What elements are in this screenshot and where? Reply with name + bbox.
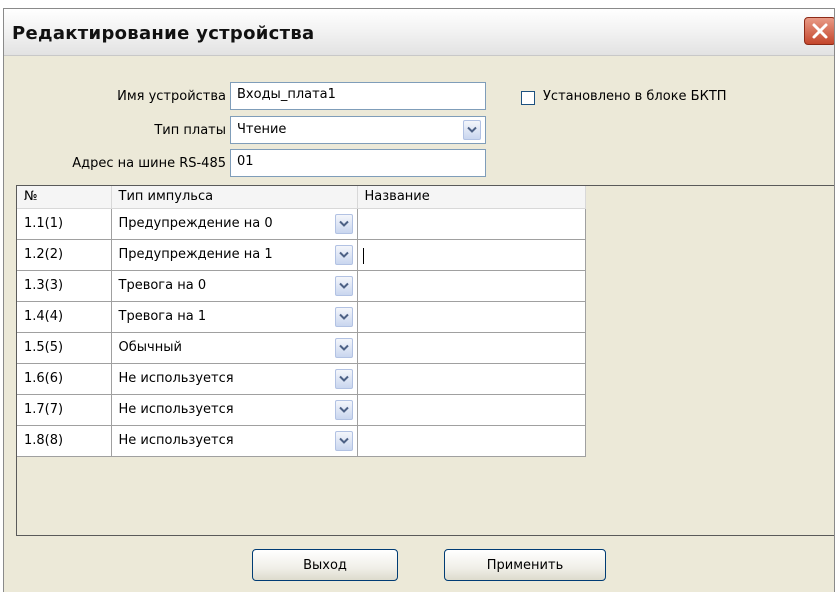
pulse-type-select[interactable]: Не используется (111, 394, 358, 426)
pulse-type-select[interactable]: Тревога на 1 (111, 301, 358, 333)
row-number: 1.7(7) (17, 394, 112, 426)
column-header-pulse-type[interactable]: Тип импульса (111, 186, 358, 209)
address-input[interactable]: 01 (230, 149, 486, 177)
pulse-type-dropdown-button[interactable] (334, 430, 353, 451)
pulse-table-area[interactable]: № Тип импульса Название 1.1(1) Предупреж… (16, 185, 834, 536)
address-label: Адрес на шине RS-485 (72, 156, 226, 171)
window-title: Редактирование устройства (12, 23, 315, 44)
chevron-down-icon (338, 406, 349, 413)
board-type-select[interactable]: Чтение (230, 116, 486, 144)
column-header-number[interactable]: № (17, 186, 112, 209)
chevron-down-icon (338, 220, 349, 227)
name-cell[interactable] (357, 208, 586, 240)
table-row: 1.7(7) Не используется (17, 394, 586, 426)
row-number: 1.6(6) (17, 363, 112, 395)
close-button[interactable] (804, 17, 834, 45)
pulse-type-dropdown-button[interactable] (334, 306, 353, 327)
pulse-type-dropdown-button[interactable] (334, 275, 353, 296)
table-row: 1.3(3) Тревога на 0 (17, 270, 586, 302)
pulse-type-value: Не используется (118, 371, 234, 386)
table-row: 1.6(6) Не используется (17, 363, 586, 395)
pulse-type-select[interactable]: Предупреждение на 0 (111, 208, 358, 240)
name-cell[interactable] (357, 425, 586, 457)
chevron-down-icon (338, 313, 349, 320)
name-cell[interactable] (357, 332, 586, 364)
pulse-type-value: Не используется (118, 433, 234, 448)
installed-checkbox-label[interactable]: Установлено в блоке БКТП (543, 89, 727, 104)
board-type-value: Чтение (237, 122, 287, 137)
close-icon (812, 23, 828, 39)
pulse-type-dropdown-button[interactable] (334, 399, 353, 420)
table-row: 1.4(4) Тревога на 1 (17, 301, 586, 333)
name-cell-editing[interactable] (357, 239, 586, 271)
pulse-type-dropdown-button[interactable] (334, 213, 353, 234)
row-number: 1.1(1) (17, 208, 112, 240)
pulse-type-dropdown-button[interactable] (334, 244, 353, 265)
row-number: 1.2(2) (17, 239, 112, 271)
row-number: 1.8(8) (17, 425, 112, 457)
chevron-down-icon (338, 437, 349, 444)
chevron-down-icon (338, 282, 349, 289)
pulse-type-value: Тревога на 1 (118, 309, 207, 324)
pulse-type-dropdown-button[interactable] (334, 337, 353, 358)
edit-device-dialog: Редактирование устройства Имя устройства… (3, 8, 835, 592)
text-caret (362, 247, 364, 264)
title-bar[interactable]: Редактирование устройства (4, 9, 834, 56)
pulse-type-select[interactable]: Тревога на 0 (111, 270, 358, 302)
name-cell[interactable] (357, 270, 586, 302)
pulse-type-select[interactable]: Предупреждение на 1 (111, 239, 358, 271)
column-header-name[interactable]: Название (357, 186, 586, 209)
table-row: 1.1(1) Предупреждение на 0 (17, 208, 586, 240)
pulse-type-value: Обычный (118, 340, 182, 355)
installed-checkbox[interactable] (521, 91, 535, 105)
chevron-down-icon (467, 126, 477, 133)
device-name-input[interactable]: Входы_плата1 (230, 82, 486, 110)
device-name-label: Имя устройства (117, 89, 226, 104)
name-cell[interactable] (357, 363, 586, 395)
chevron-down-icon (338, 251, 349, 258)
table-header-row: № Тип импульса Название (17, 186, 586, 209)
row-number: 1.3(3) (17, 270, 112, 302)
chevron-down-icon (338, 344, 349, 351)
pulse-type-select[interactable]: Не используется (111, 425, 358, 457)
board-type-dropdown-button[interactable] (463, 120, 481, 140)
table-row: 1.8(8) Не используется (17, 425, 586, 457)
table-row: 1.2(2) Предупреждение на 1 (17, 239, 586, 271)
row-number: 1.4(4) (17, 301, 112, 333)
exit-button[interactable]: Выход (252, 549, 398, 581)
row-number: 1.5(5) (17, 332, 112, 364)
pulse-type-dropdown-button[interactable] (334, 368, 353, 389)
name-cell[interactable] (357, 394, 586, 426)
pulse-type-select[interactable]: Не используется (111, 363, 358, 395)
apply-button[interactable]: Применить (444, 549, 606, 581)
pulse-type-value: Тревога на 0 (118, 278, 207, 293)
table-row: 1.5(5) Обычный (17, 332, 586, 364)
board-type-label: Тип платы (154, 123, 226, 138)
pulse-type-value: Предупреждение на 0 (118, 216, 273, 231)
chevron-down-icon (338, 375, 349, 382)
pulse-type-select[interactable]: Обычный (111, 332, 358, 364)
pulse-type-value: Не используется (118, 402, 234, 417)
pulse-table: № Тип импульса Название 1.1(1) Предупреж… (17, 186, 586, 457)
pulse-type-value: Предупреждение на 1 (118, 247, 273, 262)
name-cell[interactable] (357, 301, 586, 333)
